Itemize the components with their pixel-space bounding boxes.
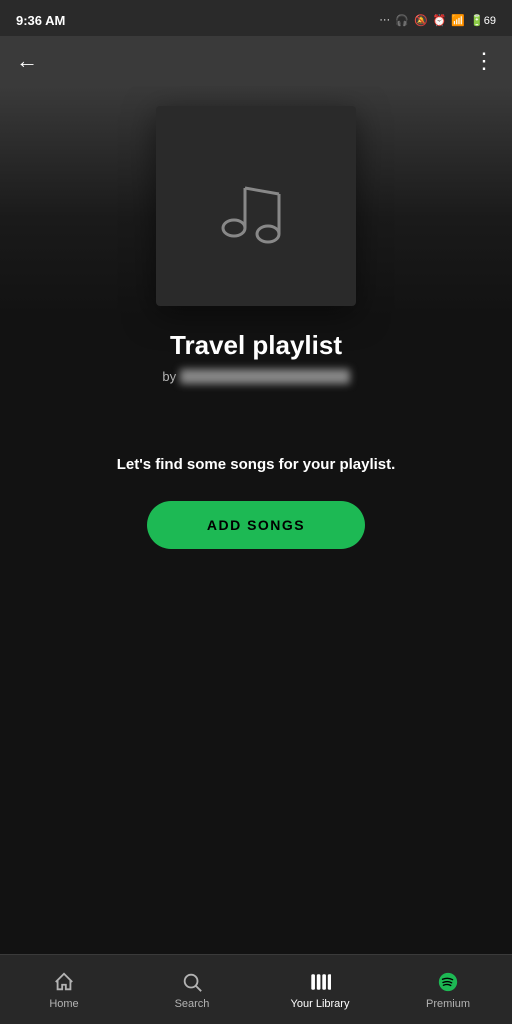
mute-icon: 🔕 — [414, 14, 428, 27]
nav-item-search[interactable]: Search — [128, 970, 256, 1010]
status-time: 9:36 AM — [16, 13, 65, 28]
playlist-title: Travel playlist — [170, 330, 342, 361]
library-icon — [308, 970, 332, 994]
premium-icon — [436, 970, 460, 994]
playlist-header: Travel playlist by blurredusernameherelo… — [0, 86, 512, 416]
content-spacer — [0, 589, 512, 889]
nav-label-library: Your Library — [291, 998, 350, 1010]
nav-label-search: Search — [175, 998, 210, 1010]
search-icon — [180, 970, 204, 994]
nav-item-premium[interactable]: Premium — [384, 970, 512, 1010]
battery-icon: 🔋69 — [470, 14, 496, 27]
nav-item-library[interactable]: Your Library — [256, 970, 384, 1010]
status-bar: 9:36 AM ··· 🎧 🔕 ⏰ 📶 🔋69 — [0, 0, 512, 36]
playlist-cover — [156, 106, 356, 306]
headphones-icon: 🎧 — [395, 14, 409, 27]
home-icon — [52, 970, 76, 994]
bottom-nav: Home Search You — [0, 954, 512, 1024]
signal-bars: 📶 — [451, 14, 465, 27]
empty-message: Let's find some songs for your playlist. — [117, 456, 396, 473]
nav-label-home: Home — [49, 998, 78, 1010]
alarm-icon: ⏰ — [433, 14, 447, 27]
status-icons: ··· 🎧 🔕 ⏰ 📶 🔋69 — [379, 14, 496, 27]
empty-state: Let's find some songs for your playlist.… — [0, 416, 512, 589]
playlist-owner: blurredusernameherelongtext — [180, 369, 350, 384]
top-nav: ← ⋮ — [0, 36, 512, 86]
more-options-button[interactable]: ⋮ — [473, 48, 496, 74]
scroll-area: Travel playlist by blurredusernameherelo… — [0, 86, 512, 1024]
nav-label-premium: Premium — [426, 998, 470, 1010]
nav-item-home[interactable]: Home — [0, 970, 128, 1010]
music-note-icon — [206, 156, 306, 256]
add-songs-button[interactable]: ADD SONGS — [147, 501, 365, 549]
signal-dots: ··· — [379, 14, 390, 26]
app-container: 9:36 AM ··· 🎧 🔕 ⏰ 📶 🔋69 ← ⋮ — [0, 0, 512, 1024]
back-button[interactable]: ← — [16, 48, 38, 74]
playlist-by: by blurredusernameherelongtext — [162, 369, 349, 384]
